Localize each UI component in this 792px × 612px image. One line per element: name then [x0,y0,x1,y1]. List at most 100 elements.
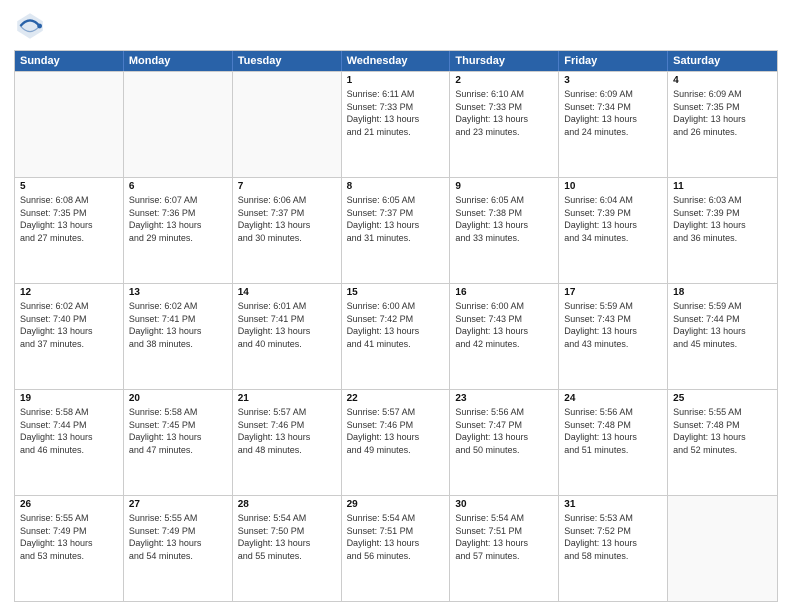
calendar-day-14: 14 Sunrise: 6:01 AM Sunset: 7:41 PM Dayli… [233,284,342,389]
calendar-day-25: 25 Sunrise: 5:55 AM Sunset: 7:48 PM Dayli… [668,390,777,495]
calendar-header: SundayMondayTuesdayWednesdayThursdayFrid… [15,51,777,71]
calendar-day-31: 31Sunrise: 5:53 AM Sunset: 7:52 PM Dayli… [559,496,668,601]
day-number: 14 [238,287,336,298]
day-info: Sunrise: 6:08 AM Sunset: 7:35 PM Dayligh… [20,194,118,244]
day-number: 28 [238,499,336,510]
day-number: 22 [347,393,445,404]
day-info: Sunrise: 6:07 AM Sunset: 7:36 PM Dayligh… [129,194,227,244]
day-info: Sunrise: 6:03 AM Sunset: 7:39 PM Dayligh… [673,194,772,244]
day-info: Sunrise: 6:01 AM Sunset: 7:41 PM Dayligh… [238,300,336,350]
day-number: 12 [20,287,118,298]
day-info: Sunrise: 5:57 AM Sunset: 7:46 PM Dayligh… [347,406,445,456]
day-number: 10 [564,181,662,192]
calendar-day-10: 10 Sunrise: 6:04 AM Sunset: 7:39 PM Dayli… [559,178,668,283]
weekday-header-thursday: Thursday [450,51,559,71]
calendar-day-13: 13 Sunrise: 6:02 AM Sunset: 7:41 PM Dayli… [124,284,233,389]
day-number: 25 [673,393,772,404]
day-info: Sunrise: 5:55 AM Sunset: 7:49 PM Dayligh… [129,512,227,562]
day-number: 4 [673,75,772,86]
calendar-day-4: 4 Sunrise: 6:09 AM Sunset: 7:35 PM Daylig… [668,72,777,177]
day-info: Sunrise: 6:04 AM Sunset: 7:39 PM Dayligh… [564,194,662,244]
weekday-header-wednesday: Wednesday [342,51,451,71]
day-number: 3 [564,75,662,86]
day-info: Sunrise: 5:58 AM Sunset: 7:45 PM Dayligh… [129,406,227,456]
day-number: 24 [564,393,662,404]
day-number: 21 [238,393,336,404]
calendar-empty-cell [124,72,233,177]
day-info: Sunrise: 6:05 AM Sunset: 7:37 PM Dayligh… [347,194,445,244]
day-number: 17 [564,287,662,298]
calendar-day-24: 24Sunrise: 5:56 AM Sunset: 7:48 PM Dayli… [559,390,668,495]
day-info: Sunrise: 6:05 AM Sunset: 7:38 PM Dayligh… [455,194,553,244]
calendar-day-18: 18 Sunrise: 5:59 AM Sunset: 7:44 PM Dayli… [668,284,777,389]
calendar-row-0: 1 Sunrise: 6:11 AM Sunset: 7:33 PM Daylig… [15,71,777,177]
day-number: 23 [455,393,553,404]
day-info: Sunrise: 6:02 AM Sunset: 7:40 PM Dayligh… [20,300,118,350]
calendar-empty-cell [233,72,342,177]
calendar-day-12: 12 Sunrise: 6:02 AM Sunset: 7:40 PM Dayli… [15,284,124,389]
calendar-day-2: 2Sunrise: 6:10 AM Sunset: 7:33 PM Daylig… [450,72,559,177]
day-number: 20 [129,393,227,404]
day-info: Sunrise: 5:54 AM Sunset: 7:51 PM Dayligh… [455,512,553,562]
calendar-day-21: 21Sunrise: 5:57 AM Sunset: 7:46 PM Dayli… [233,390,342,495]
weekday-header-sunday: Sunday [15,51,124,71]
day-number: 18 [673,287,772,298]
calendar-day-28: 28 Sunrise: 5:54 AM Sunset: 7:50 PM Dayli… [233,496,342,601]
calendar-day-19: 19 Sunrise: 5:58 AM Sunset: 7:44 PM Dayli… [15,390,124,495]
day-info: Sunrise: 6:06 AM Sunset: 7:37 PM Dayligh… [238,194,336,244]
day-info: Sunrise: 5:58 AM Sunset: 7:44 PM Dayligh… [20,406,118,456]
day-number: 19 [20,393,118,404]
day-number: 1 [347,75,445,86]
day-number: 13 [129,287,227,298]
day-number: 30 [455,499,553,510]
day-info: Sunrise: 5:54 AM Sunset: 7:51 PM Dayligh… [347,512,445,562]
calendar-day-6: 6 Sunrise: 6:07 AM Sunset: 7:36 PM Daylig… [124,178,233,283]
day-info: Sunrise: 5:59 AM Sunset: 7:44 PM Dayligh… [673,300,772,350]
calendar-day-1: 1 Sunrise: 6:11 AM Sunset: 7:33 PM Daylig… [342,72,451,177]
calendar-row-4: 26Sunrise: 5:55 AM Sunset: 7:49 PM Dayli… [15,495,777,601]
calendar-day-7: 7 Sunrise: 6:06 AM Sunset: 7:37 PM Daylig… [233,178,342,283]
calendar-day-26: 26Sunrise: 5:55 AM Sunset: 7:49 PM Dayli… [15,496,124,601]
header [14,10,778,42]
calendar-day-15: 15 Sunrise: 6:00 AM Sunset: 7:42 PM Dayli… [342,284,451,389]
day-info: Sunrise: 5:55 AM Sunset: 7:49 PM Dayligh… [20,512,118,562]
day-number: 5 [20,181,118,192]
weekday-header-monday: Monday [124,51,233,71]
weekday-header-saturday: Saturday [668,51,777,71]
calendar-day-3: 3 Sunrise: 6:09 AM Sunset: 7:34 PM Daylig… [559,72,668,177]
day-number: 15 [347,287,445,298]
calendar-day-22: 22 Sunrise: 5:57 AM Sunset: 7:46 PM Dayli… [342,390,451,495]
day-number: 29 [347,499,445,510]
calendar-day-17: 17 Sunrise: 5:59 AM Sunset: 7:43 PM Dayli… [559,284,668,389]
day-number: 11 [673,181,772,192]
day-number: 9 [455,181,553,192]
calendar-empty-cell [15,72,124,177]
day-number: 8 [347,181,445,192]
day-number: 6 [129,181,227,192]
day-number: 27 [129,499,227,510]
logo [14,10,50,42]
day-info: Sunrise: 6:09 AM Sunset: 7:34 PM Dayligh… [564,88,662,138]
day-number: 7 [238,181,336,192]
day-number: 31 [564,499,662,510]
day-info: Sunrise: 6:00 AM Sunset: 7:42 PM Dayligh… [347,300,445,350]
calendar-day-30: 30 Sunrise: 5:54 AM Sunset: 7:51 PM Dayli… [450,496,559,601]
day-info: Sunrise: 6:02 AM Sunset: 7:41 PM Dayligh… [129,300,227,350]
calendar-row-2: 12 Sunrise: 6:02 AM Sunset: 7:40 PM Dayli… [15,283,777,389]
calendar-day-16: 16Sunrise: 6:00 AM Sunset: 7:43 PM Dayli… [450,284,559,389]
day-info: Sunrise: 5:59 AM Sunset: 7:43 PM Dayligh… [564,300,662,350]
day-info: Sunrise: 6:11 AM Sunset: 7:33 PM Dayligh… [347,88,445,138]
weekday-header-tuesday: Tuesday [233,51,342,71]
day-info: Sunrise: 5:54 AM Sunset: 7:50 PM Dayligh… [238,512,336,562]
day-number: 2 [455,75,553,86]
calendar-row-1: 5 Sunrise: 6:08 AM Sunset: 7:35 PM Daylig… [15,177,777,283]
day-info: Sunrise: 5:56 AM Sunset: 7:47 PM Dayligh… [455,406,553,456]
calendar-day-27: 27 Sunrise: 5:55 AM Sunset: 7:49 PM Dayli… [124,496,233,601]
day-number: 16 [455,287,553,298]
day-info: Sunrise: 6:09 AM Sunset: 7:35 PM Dayligh… [673,88,772,138]
day-info: Sunrise: 5:55 AM Sunset: 7:48 PM Dayligh… [673,406,772,456]
calendar-empty-cell [668,496,777,601]
logo-icon [14,10,46,42]
calendar-body: 1 Sunrise: 6:11 AM Sunset: 7:33 PM Daylig… [15,71,777,601]
weekday-header-friday: Friday [559,51,668,71]
